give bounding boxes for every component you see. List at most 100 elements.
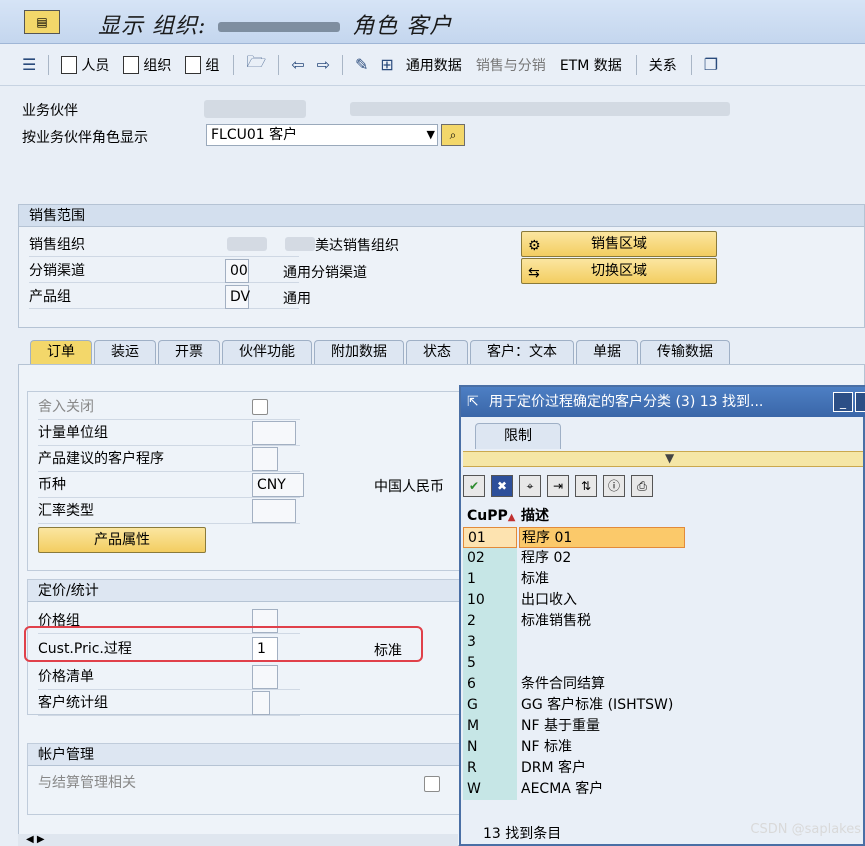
print-icon[interactable]: ⎙ bbox=[631, 475, 653, 497]
row-code: 1 bbox=[463, 569, 517, 590]
price-list-label: 价格清单 bbox=[38, 669, 94, 685]
row-code: R bbox=[463, 758, 517, 779]
sales-areas-button[interactable]: ⚙ 销售区域 bbox=[521, 231, 717, 257]
toolbar-separator bbox=[690, 54, 692, 75]
table-row[interactable]: 3 bbox=[463, 632, 685, 653]
new-person-button[interactable]: 人员 bbox=[61, 55, 109, 75]
close-button[interactable] bbox=[855, 392, 865, 412]
sort-icon[interactable]: ⇅ bbox=[575, 475, 597, 497]
table-row[interactable]: G GG 客户标准 (ISHTSW) bbox=[463, 695, 685, 716]
scroll-left-icon[interactable]: ◀ bbox=[26, 834, 34, 845]
horizontal-scrollbar[interactable]: ◀ ▶ bbox=[18, 834, 458, 846]
arrow-left-icon[interactable]: ⇦ bbox=[291, 55, 304, 74]
table-row[interactable]: 01 程序 01 bbox=[463, 527, 685, 548]
find-icon[interactable]: ⌖ bbox=[519, 475, 541, 497]
role-dropdown[interactable]: FLCU01 客户 ▼ bbox=[206, 124, 438, 146]
division-text: 通用 bbox=[283, 291, 311, 307]
relationships-button[interactable]: 关系 bbox=[649, 55, 677, 75]
confirm-icon[interactable]: ✔ bbox=[463, 475, 485, 497]
sales-distribution-label: 销售与分销 bbox=[475, 57, 546, 74]
row-description: 标准销售税 bbox=[521, 613, 591, 629]
persons-label: 人员 bbox=[81, 57, 110, 74]
arrow-right-icon[interactable]: ⇨ bbox=[317, 55, 330, 74]
currency-label: 币种 bbox=[38, 477, 66, 493]
rounding-off-checkbox[interactable] bbox=[252, 399, 268, 415]
result-count: 13 找到条目 bbox=[483, 826, 562, 842]
dialog-title-bar: ⇱ 用于定价过程确定的客户分类 (3) 13 找到... bbox=[461, 387, 865, 417]
dist-channel-field[interactable]: 00 bbox=[225, 259, 249, 283]
tab-status[interactable]: 状态 bbox=[406, 340, 468, 364]
bp-label: 业务伙伴 bbox=[22, 103, 78, 119]
division-row: 产品组 bbox=[29, 285, 299, 309]
open-folder-icon[interactable]: 🗁 bbox=[246, 51, 266, 78]
edit-icon[interactable]: ✎ bbox=[355, 55, 368, 74]
table-row[interactable]: 1 标准 bbox=[463, 569, 685, 590]
switch-area-button[interactable]: ⇆ 切换区域 bbox=[521, 258, 717, 284]
tab-additional-data[interactable]: 附加数据 bbox=[314, 340, 404, 364]
account-mgmt-group: 帐户管理 与结算管理相关 bbox=[27, 743, 467, 815]
tab-shipping[interactable]: 装运 bbox=[94, 340, 156, 364]
overview-icon[interactable]: ☰ bbox=[22, 55, 36, 74]
price-list-field[interactable] bbox=[252, 665, 278, 689]
tab-partner-functions[interactable]: 伙伴功能 bbox=[222, 340, 312, 364]
scroll-right-icon[interactable]: ▶ bbox=[37, 834, 45, 845]
table-row[interactable]: M NF 基于重量 bbox=[463, 716, 685, 737]
row-description: 条件合同结算 bbox=[521, 676, 605, 692]
cancel-icon[interactable]: ✖ bbox=[491, 475, 513, 497]
copy-icon[interactable]: ❐ bbox=[704, 55, 718, 74]
table-row[interactable]: W AECMA 客户 bbox=[463, 779, 685, 800]
title-prefix: 显示 组织: bbox=[98, 14, 207, 39]
tab-orders[interactable]: 订单 bbox=[30, 340, 92, 364]
etm-data-button[interactable]: ETM 数据 bbox=[560, 55, 622, 75]
hierarchy-icon[interactable]: ⊞ bbox=[380, 55, 393, 74]
table-row[interactable]: 6 条件合同结算 bbox=[463, 674, 685, 695]
find-next-icon[interactable]: ⇥ bbox=[547, 475, 569, 497]
row-description: AECMA 客户 bbox=[521, 781, 604, 797]
tab-restrictions[interactable]: 限制 bbox=[475, 423, 561, 449]
tab-transfer-data[interactable]: 传输数据 bbox=[640, 340, 730, 364]
col-desc-header[interactable]: 描述 bbox=[521, 505, 549, 527]
row-description: NF 基于重量 bbox=[521, 718, 600, 734]
currency-field[interactable]: CNY bbox=[252, 473, 304, 497]
table-row[interactable]: 5 bbox=[463, 653, 685, 674]
settlement-checkbox[interactable] bbox=[424, 776, 440, 792]
col-code-header[interactable]: CuPP▲ bbox=[467, 505, 515, 529]
row-description: 程序 02 bbox=[521, 550, 572, 566]
new-group-button[interactable]: 组 bbox=[185, 55, 219, 75]
value-help-dialog: ⇱ 用于定价过程确定的客户分类 (3) 13 找到... _ 限制 ▼ ✔ ✖ … bbox=[459, 385, 865, 846]
settlement-row: 与结算管理相关 bbox=[38, 770, 448, 796]
tab-strip: 订单 装运 开票 伙伴功能 附加数据 状态 客户：文本 单据 传输数据 bbox=[30, 340, 732, 364]
table-row[interactable]: 10 出口收入 bbox=[463, 590, 685, 611]
minimize-button[interactable]: _ bbox=[833, 392, 853, 412]
new-organization-button[interactable]: 组织 bbox=[123, 55, 171, 75]
application-toolbar: ☰ 人员 组织 组 🗁 ⇦ ⇨ ✎ ⊞ 通用数据 销售与分销 ETM 数据 关系… bbox=[0, 44, 865, 86]
role-search-button[interactable]: ⌕ bbox=[441, 124, 465, 146]
sales-org-text: 美达销售组织 bbox=[315, 238, 399, 254]
row-description bbox=[519, 653, 685, 674]
general-data-button[interactable]: 通用数据 bbox=[406, 55, 462, 75]
sap-menu-icon[interactable]: ▤ bbox=[24, 10, 60, 34]
tab-customer-texts[interactable]: 客户：文本 bbox=[470, 340, 574, 364]
table-row[interactable]: 02 程序 02 bbox=[463, 548, 685, 569]
table-row[interactable]: N NF 标准 bbox=[463, 737, 685, 758]
table-row[interactable]: R DRM 客户 bbox=[463, 758, 685, 779]
exchange-rate-field[interactable] bbox=[252, 499, 296, 523]
uom-group-field[interactable] bbox=[252, 421, 296, 445]
sales-distribution-button[interactable]: 销售与分销 bbox=[476, 55, 546, 75]
row-code: 6 bbox=[463, 674, 517, 695]
filter-toggle-icon[interactable]: ▼ bbox=[665, 451, 674, 465]
switch-icon: ⇆ bbox=[528, 265, 540, 281]
info-icon[interactable]: ⓘ bbox=[603, 475, 625, 497]
bp-number-redacted bbox=[204, 100, 306, 118]
toolbar-separator bbox=[342, 54, 343, 75]
table-row[interactable]: 2 标准销售税 bbox=[463, 611, 685, 632]
filter-bar[interactable]: ▼ bbox=[463, 451, 863, 467]
product-proposal-field[interactable] bbox=[252, 447, 278, 471]
account-mgmt-title: 帐户管理 bbox=[28, 744, 466, 766]
row-description bbox=[519, 632, 685, 653]
tab-documents[interactable]: 单据 bbox=[576, 340, 638, 364]
cust-stat-group-field[interactable] bbox=[252, 691, 270, 715]
division-field[interactable]: DV bbox=[225, 285, 250, 309]
tab-billing[interactable]: 开票 bbox=[158, 340, 220, 364]
product-attributes-button[interactable]: 产品属性 bbox=[38, 527, 206, 553]
